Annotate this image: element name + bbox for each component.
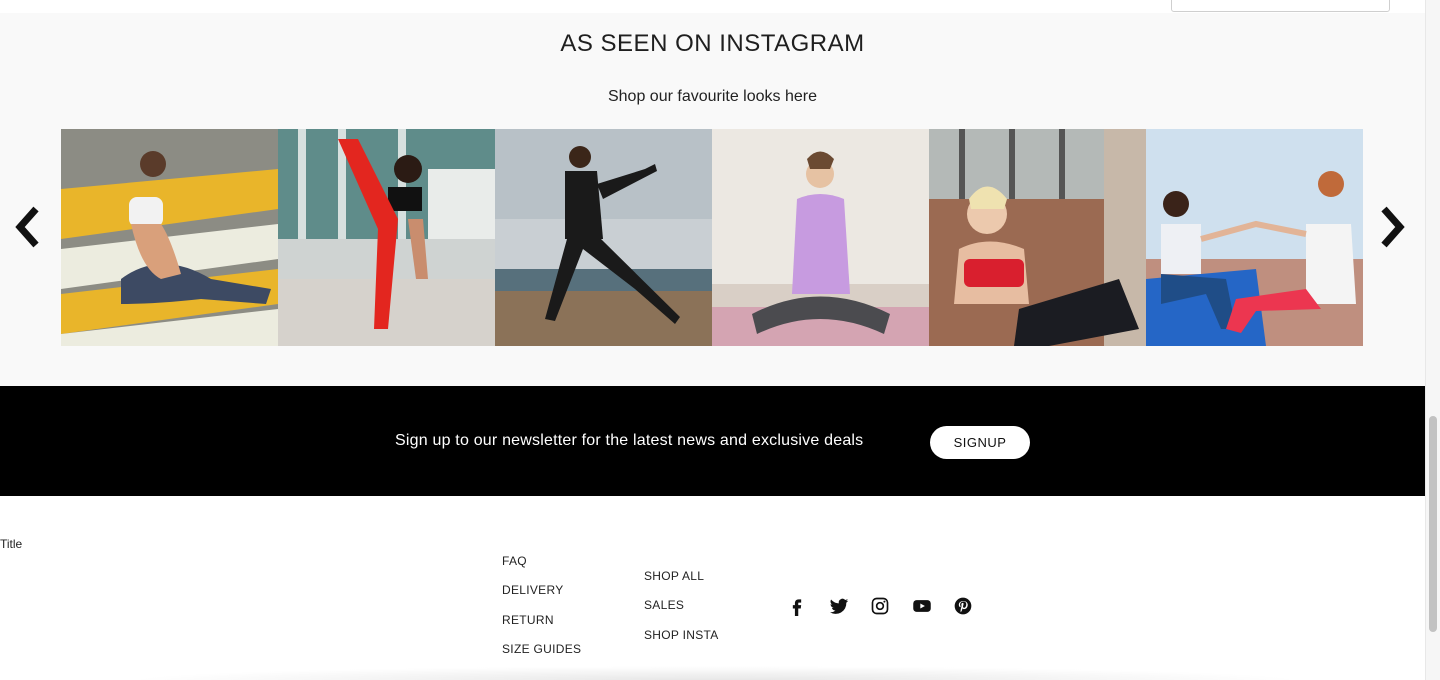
footer-link-delivery[interactable]: DELIVERY (502, 583, 581, 612)
footer-link-faq[interactable]: FAQ (502, 554, 581, 583)
instagram-title: AS SEEN ON INSTAGRAM (560, 30, 865, 57)
top-input-field[interactable] (1171, 0, 1390, 12)
carousel-next-button[interactable] (1376, 203, 1408, 251)
footer-link-return[interactable]: RETURN (502, 613, 581, 642)
instagram-image-5[interactable] (929, 129, 1146, 346)
instagram-gallery (61, 129, 1364, 346)
newsletter-text: Sign up to our newsletter for the latest… (395, 432, 864, 449)
social-links (787, 596, 995, 616)
chevron-left-icon (15, 206, 39, 248)
instagram-image-4[interactable] (712, 129, 929, 346)
chevron-right-icon (1381, 206, 1405, 248)
twitter-icon[interactable] (829, 596, 849, 616)
footer-title: Title (0, 537, 23, 551)
page-scrollbar[interactable] (1425, 0, 1440, 680)
instagram-image-6[interactable] (1146, 129, 1363, 346)
newsletter-section: Sign up to our newsletter for the latest… (0, 386, 1425, 496)
instagram-image-1[interactable] (61, 129, 278, 346)
signup-button[interactable]: SIGNUP (930, 426, 1030, 459)
facebook-icon[interactable] (787, 596, 807, 616)
footer-shadow (120, 666, 1310, 680)
instagram-image-3[interactable] (495, 129, 712, 346)
footer-links-help: FAQ DELIVERY RETURN SIZE GUIDES (502, 554, 581, 672)
instagram-icon[interactable] (870, 596, 890, 616)
scrollbar-thumb[interactable] (1429, 416, 1437, 632)
footer-link-sales[interactable]: SALES (644, 598, 719, 627)
youtube-icon[interactable] (912, 596, 932, 616)
footer-links-shop: SHOP ALL SALES SHOP INSTA (644, 569, 719, 657)
top-bar (0, 0, 1425, 13)
footer-link-shop-all[interactable]: SHOP ALL (644, 569, 719, 598)
footer: Title FAQ DELIVERY RETURN SIZE GUIDES SH… (0, 496, 1425, 680)
carousel-prev-button[interactable] (12, 203, 44, 251)
pinterest-icon[interactable] (953, 596, 973, 616)
instagram-subtitle: Shop our favourite looks here (607, 88, 817, 105)
instagram-image-2[interactable] (278, 129, 495, 346)
footer-link-shop-insta[interactable]: SHOP INSTA (644, 628, 719, 657)
instagram-section: AS SEEN ON INSTAGRAM Shop our favourite … (0, 13, 1425, 386)
